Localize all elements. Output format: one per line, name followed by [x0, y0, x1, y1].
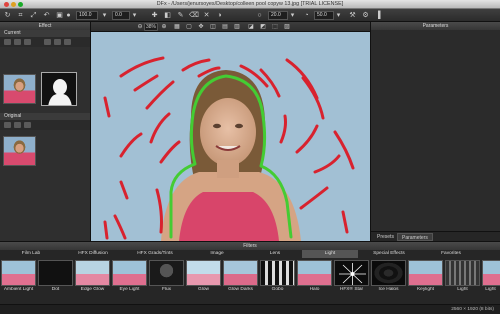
add-icon[interactable] — [4, 39, 11, 45]
effect-panel-title: Effect — [0, 22, 90, 30]
brush-icon[interactable]: ✎ — [176, 11, 185, 20]
eraser-icon[interactable]: ⌫ — [189, 11, 199, 20]
feather-field[interactable]: 20.0 — [268, 11, 288, 20]
mask-view-icon[interactable]: ◪ — [247, 23, 255, 31]
current-mask-thumbnail[interactable] — [41, 72, 77, 106]
chevron-down-icon[interactable]: ▾ — [130, 11, 139, 20]
parameters-area — [371, 30, 500, 231]
zoom-out-icon[interactable]: ⊖ — [136, 23, 144, 31]
photo-canvas[interactable] — [91, 32, 370, 241]
chevron-down-icon[interactable]: ▾ — [334, 11, 343, 20]
invert-icon[interactable]: ◑ — [215, 11, 224, 20]
category-film-lab[interactable]: Film Lab — [0, 250, 62, 258]
delete-icon[interactable] — [24, 39, 31, 45]
view-toolbar: ⊖ 38% ⊕ ▦ ▢ ✥ ◫ ▤ ▥ ◪ ◩ ⬚ ▨ — [91, 22, 370, 32]
original-toolbar — [0, 120, 90, 130]
parameters-tabs: Presets Parameters — [371, 231, 500, 241]
paint-icon[interactable]: ✚ — [150, 11, 159, 20]
wand-icon[interactable]: ⚒ — [348, 11, 357, 20]
filter-categories: Film Lab HFX Diffusion HFX Grads/Tints I… — [0, 250, 500, 258]
strength-field[interactable]: 50.0 — [314, 11, 334, 20]
brush-size-field[interactable]: 100.0 — [76, 11, 98, 20]
effect-panel: Effect Current Original — [0, 22, 91, 241]
compare-icon[interactable]: ▥ — [233, 23, 241, 31]
category-hfx-diffusion[interactable]: HFX Diffusion — [62, 250, 124, 258]
filter-light[interactable]: Light — [444, 259, 481, 295]
zoom-field[interactable]: 38% — [144, 23, 158, 31]
copy-icon[interactable] — [14, 39, 21, 45]
fullscreen-icon[interactable]: ⬚ — [271, 23, 279, 31]
main-toolbar: ↻ ⌗ ⤢ ↶ ▣ ● 100.0 ▾ 0.0 ▾ ✚ ◧ ✎ ⌫ ✕ ◑ ○ … — [0, 9, 500, 22]
filter-flux[interactable]: Flux — [148, 259, 185, 295]
link-icon[interactable] — [44, 39, 51, 45]
filter-halo[interactable]: Halo — [296, 259, 333, 295]
copy-icon[interactable] — [14, 122, 21, 128]
original-thumbnail[interactable] — [3, 136, 36, 166]
photo-with-strokes — [91, 32, 370, 241]
zoom-in-icon[interactable]: ⊕ — [160, 23, 168, 31]
filter-light-2[interactable]: Light — [481, 259, 500, 295]
filter-eye-light[interactable]: Eye Light — [111, 259, 148, 295]
before-after-icon[interactable]: ▤ — [221, 23, 229, 31]
filter-glow-darks[interactable]: Glow Darks — [222, 259, 259, 295]
title-bar: DFx - /Users/jenursoyes/Desktop/colleen … — [0, 0, 500, 9]
filter-strip: Ambient Light Dot Edge Glow Eye Light Fl… — [0, 259, 500, 295]
tab-parameters[interactable]: Parameters — [397, 233, 433, 241]
overlay-icon[interactable]: ◩ — [259, 23, 267, 31]
category-light[interactable]: Light — [302, 250, 358, 258]
current-toolbar — [0, 37, 90, 47]
parameters-panel-title: Parameters — [371, 22, 500, 30]
image-dimensions: 2560 × 1920 (8 bits) — [451, 307, 494, 312]
settings-icon[interactable]: ⚙ — [361, 11, 370, 20]
brush-tool-icon[interactable]: ▌ — [376, 11, 385, 20]
rotate-icon[interactable]: ↻ — [3, 11, 12, 20]
category-favorites[interactable]: Favorites — [420, 250, 482, 258]
filter-ambient-light[interactable]: Ambient Light — [0, 259, 37, 295]
clear-icon[interactable]: ✕ — [202, 11, 211, 20]
split-view-icon[interactable]: ◫ — [209, 23, 217, 31]
filter-gobo[interactable]: Gobo — [259, 259, 296, 295]
hand-icon[interactable]: ✥ — [197, 23, 205, 31]
mask-mode-icon[interactable]: ▣ — [55, 11, 64, 20]
filter-dot[interactable]: Dot — [37, 259, 74, 295]
fit-icon[interactable]: ▦ — [173, 23, 181, 31]
parameters-panel: Parameters Presets Parameters — [370, 22, 500, 241]
current-label: Current — [0, 30, 90, 37]
add-icon[interactable] — [4, 122, 11, 128]
category-image[interactable]: Image — [186, 250, 248, 258]
category-lens[interactable]: Lens — [248, 250, 302, 258]
fill-icon[interactable]: ◧ — [163, 11, 172, 20]
filter-ice-halos[interactable]: Ice Halos — [370, 259, 407, 295]
chevron-down-icon[interactable]: ▾ — [288, 11, 297, 20]
window-title: DFx - /Users/jenursoyes/Desktop/colleen … — [156, 1, 344, 7]
tab-presets[interactable]: Presets — [373, 233, 398, 241]
image-view: ⊖ 38% ⊕ ▦ ▢ ✥ ◫ ▤ ▥ ◪ ◩ ⬚ ▨ — [91, 22, 370, 241]
view-icon[interactable] — [54, 39, 61, 45]
filter-keylight[interactable]: Keylight — [407, 259, 444, 295]
category-hfx-grads-tints[interactable]: HFX Grads/Tints — [124, 250, 186, 258]
filters-panel-title: Filters — [0, 242, 500, 250]
transform-icon[interactable]: ⤢ — [29, 11, 38, 20]
strength-icon: ◔ — [304, 12, 309, 19]
undo-icon[interactable]: ↶ — [42, 11, 51, 20]
opacity-field[interactable]: 0.0 — [112, 11, 130, 20]
mask-icon[interactable] — [64, 39, 71, 45]
crop-icon[interactable]: ⌗ — [16, 11, 25, 20]
feather-icon: ○ — [257, 12, 262, 19]
background-icon[interactable]: ▨ — [283, 23, 291, 31]
filter-glow[interactable]: Glow — [185, 259, 222, 295]
chevron-down-icon[interactable]: ▾ — [100, 11, 109, 20]
category-special-effects[interactable]: Special Effects — [358, 250, 420, 258]
current-thumbnail[interactable] — [3, 74, 36, 104]
delete-icon[interactable] — [24, 122, 31, 128]
actual-size-icon[interactable]: ▢ — [185, 23, 193, 31]
original-label: Original — [0, 113, 90, 120]
brush-size-icon: ● — [66, 12, 71, 19]
status-bar: 2560 × 1920 (8 bits) — [0, 304, 500, 314]
filter-hfx-star[interactable]: HFX® Star — [333, 259, 370, 295]
filters-panel: Filters Film Lab HFX Diffusion HFX Grads… — [0, 241, 500, 304]
filter-edge-glow[interactable]: Edge Glow — [74, 259, 111, 295]
